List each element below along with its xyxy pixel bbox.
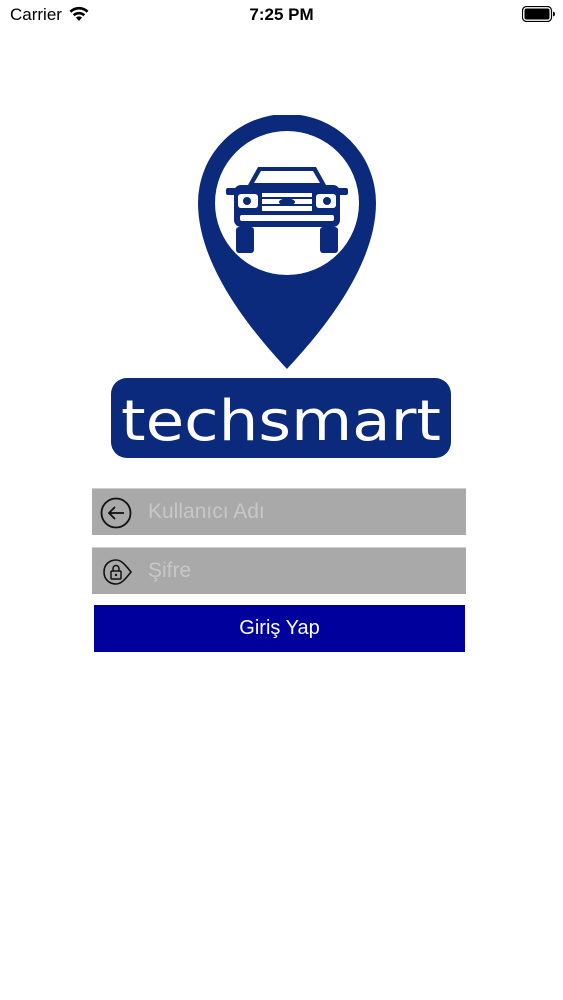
username-input[interactable] <box>148 489 448 535</box>
techsmart-logo: techsmart <box>111 115 451 458</box>
back-arrow-icon <box>100 497 132 529</box>
login-button[interactable]: Giriş Yap <box>94 605 465 652</box>
username-field-container <box>92 488 466 535</box>
battery-icon <box>522 6 555 22</box>
brand-banner: techsmart <box>111 378 451 458</box>
lock-tag-icon <box>103 559 132 585</box>
location-pin-icon <box>198 115 376 369</box>
status-time: 7:25 PM <box>249 5 314 24</box>
password-field-container <box>92 547 466 594</box>
password-input[interactable] <box>148 548 448 594</box>
brand-name: techsmart <box>121 389 441 454</box>
status-bar: Carrier 7:25 PM <box>0 0 563 30</box>
